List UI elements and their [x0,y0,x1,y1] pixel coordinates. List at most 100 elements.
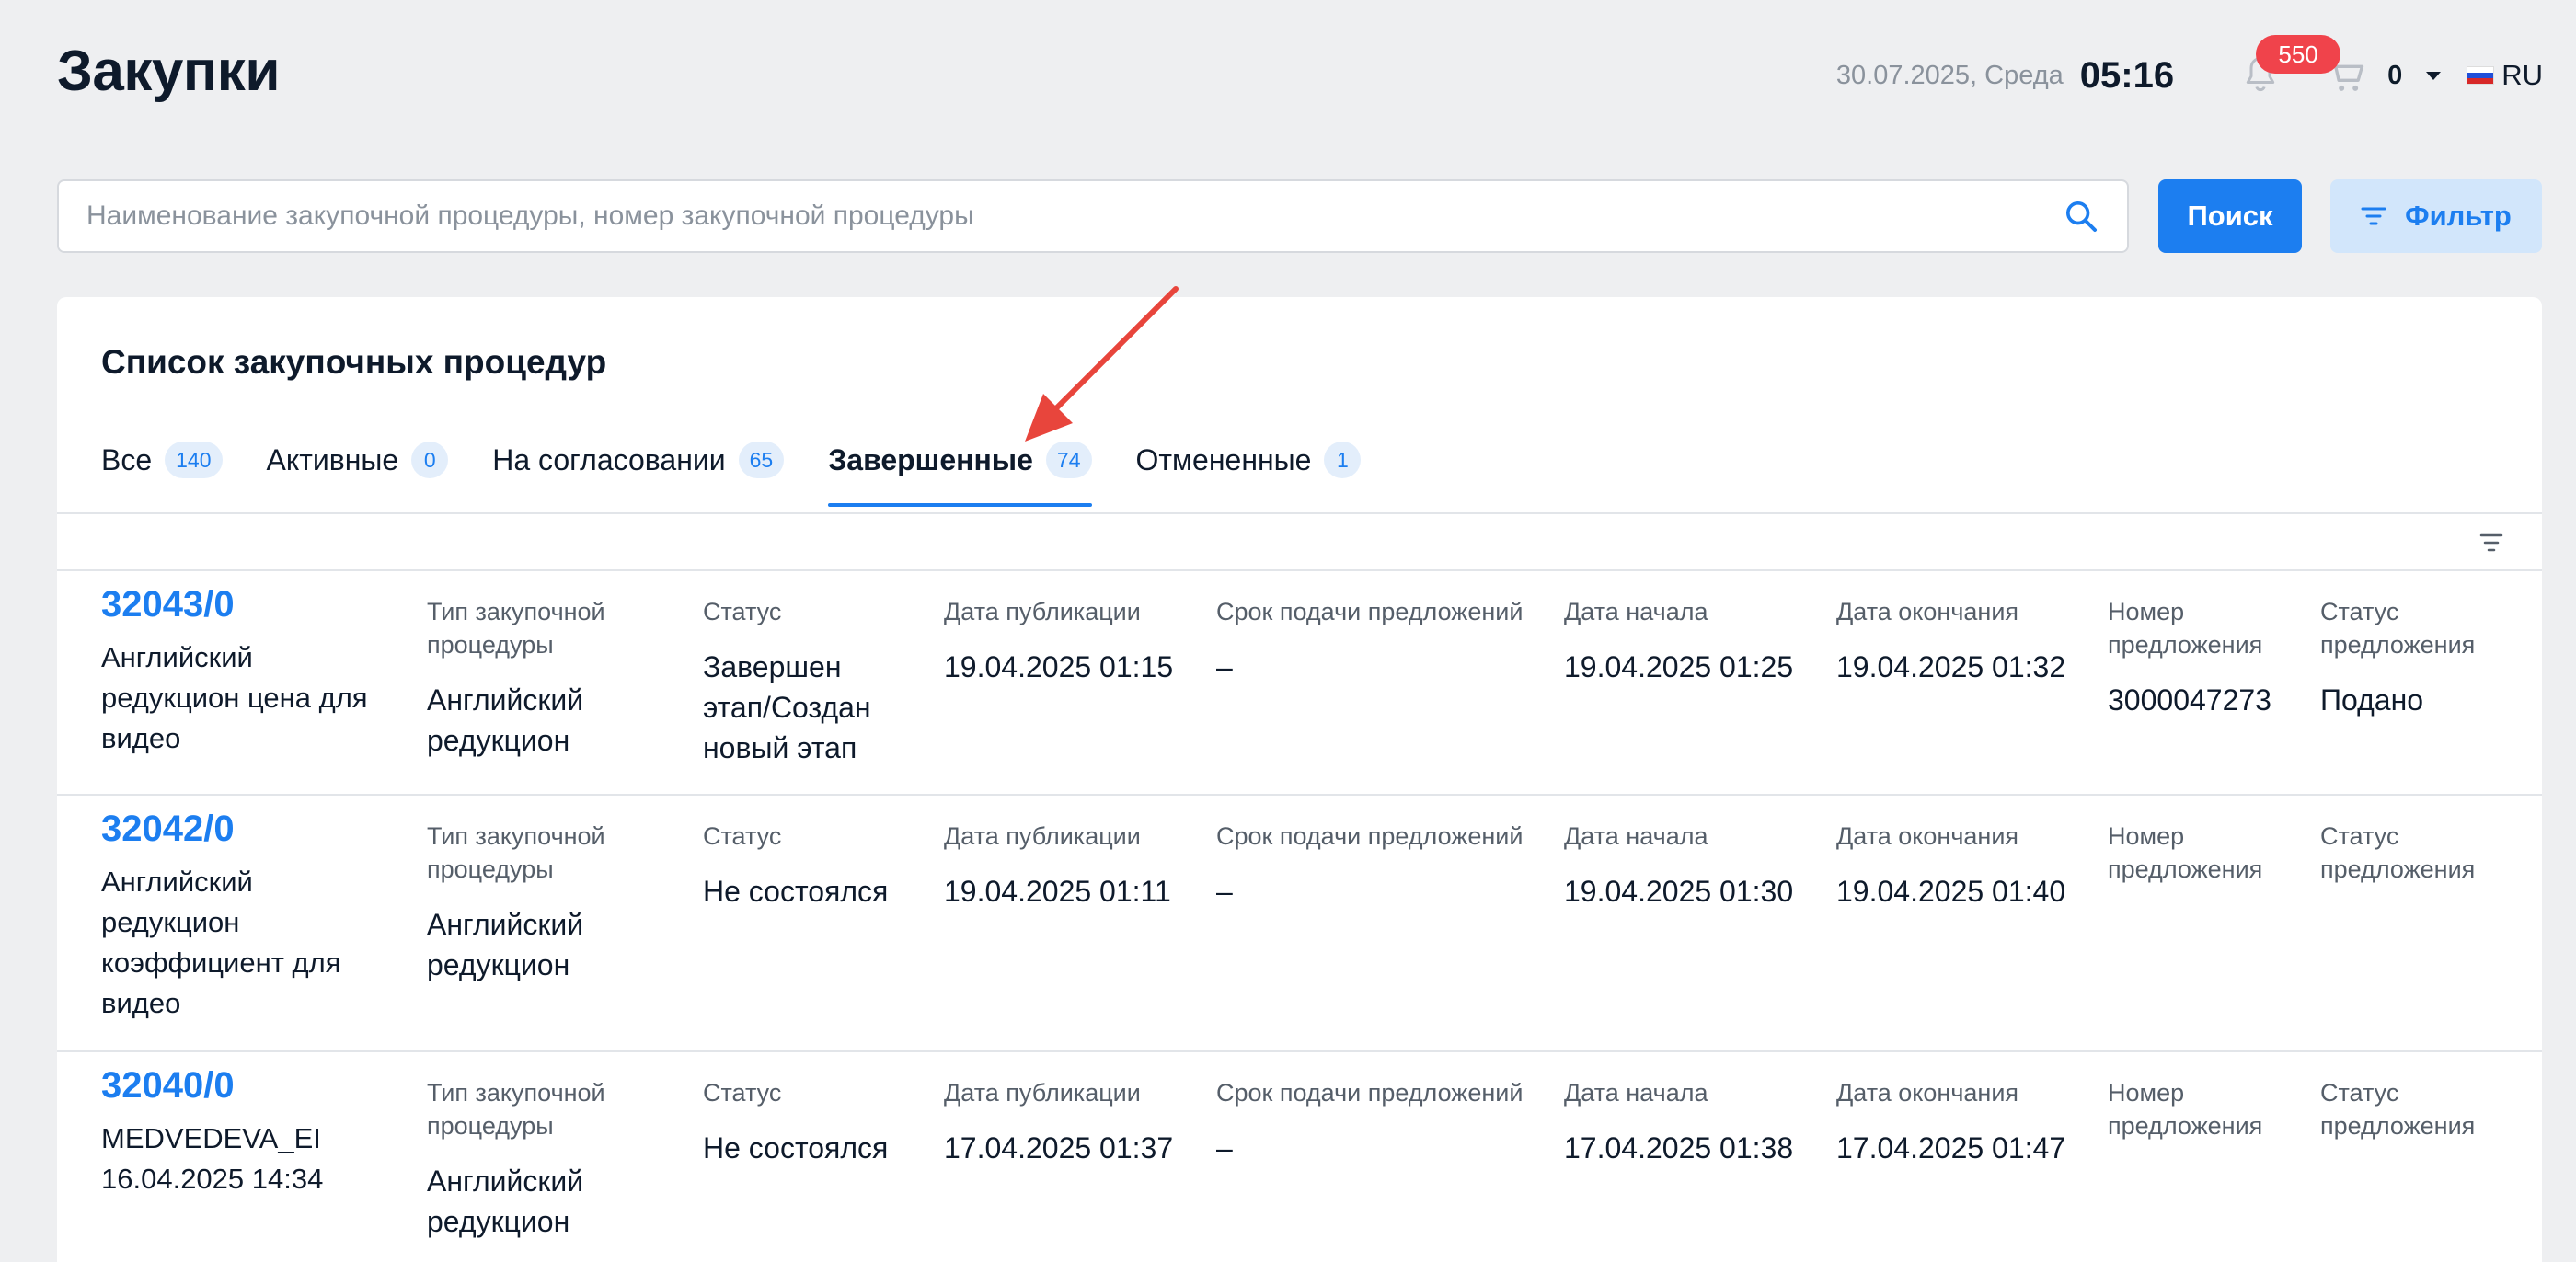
procedure-name: Английский редукцион цена для видео [101,641,368,754]
column-label: Номер предложения [2108,598,2263,659]
sort-icon[interactable] [2479,533,2503,553]
column-label: Дата публикации [944,1079,1141,1107]
column-label: Дата публикации [944,598,1141,625]
procedure-type: Английский редукцион [427,683,584,757]
column-label: Дата начала [1564,598,1708,625]
filter-icon [2361,207,2386,225]
type-cell: Тип закупочной процедуры Английский реду… [427,595,648,761]
notifications-button[interactable]: 550 [2242,35,2341,96]
page-title: Закупки [57,40,280,103]
tab-count-badge: 65 [738,442,785,478]
filter-button-label: Фильтр [2405,200,2512,232]
start-cell: Дата начала 19.04.2025 01:25 [1564,595,1812,687]
procedure-id-link[interactable]: 32043/0 [101,584,396,625]
column-label: Тип закупочной процедуры [427,1079,605,1140]
type-cell: Тип закупочной процедуры Английский реду… [427,820,648,985]
column-label: Дата начала [1564,1079,1708,1107]
offer-number-cell: Номер предложения [2108,820,2310,904]
procedure-status: Не состоялся [703,1131,889,1164]
table-row[interactable]: 32040/0 MEDVEDEVA_EI 16.04.2025 14:34 Ти… [57,1052,2542,1262]
start-date: 19.04.2025 01:25 [1564,650,1794,683]
column-label: Срок подачи предложений [1216,822,1524,850]
procedure-cell: 32040/0 MEDVEDEVA_EI 16.04.2025 14:34 [101,1065,359,1199]
status-cell: Статус Не состоялся [703,820,905,912]
publication-date: 17.04.2025 01:37 [944,1131,1174,1164]
procedure-status: Не состоялся [703,875,889,908]
procedure-cell: 32043/0 Английский редукцион цена для ви… [101,584,396,759]
deadline-cell: Срок подачи предложений – [1216,1076,1547,1168]
notifications-badge: 550 [2256,35,2341,74]
column-label: Номер предложения [2108,1079,2263,1140]
submission-deadline: – [1216,875,1233,908]
tab-active[interactable]: Активные 0 [267,431,449,488]
procurement-list-card: Список закупочных процедур Все 140 Актив… [57,297,2542,1262]
offer-number-cell: Номер предложения [2108,1076,2310,1161]
end-date: 19.04.2025 01:40 [1836,875,2066,908]
procedure-status: Завершен этап/Создан новый этап [703,650,871,764]
deadline-cell: Срок подачи предложений – [1216,595,1547,687]
offer-number-cell: Номер предложения 3000047273 [2108,595,2310,720]
submission-deadline: – [1216,650,1233,683]
end-cell: Дата окончания 17.04.2025 01:47 [1836,1076,2085,1168]
deadline-cell: Срок подачи предложений – [1216,820,1547,912]
search-input[interactable] [86,201,2063,232]
column-label: Дата окончания [1836,822,2019,850]
annotation-arrow-icon [1025,286,1179,442]
column-label: Статус [703,1079,782,1107]
start-cell: Дата начала 19.04.2025 01:30 [1564,820,1812,912]
russia-flag-icon[interactable] [2467,66,2495,85]
status-cell: Статус Завершен этап/Создан новый этап [703,595,905,768]
search-field[interactable] [57,179,2129,253]
column-label: Статус [703,598,782,625]
start-date: 17.04.2025 01:38 [1564,1131,1794,1164]
tab-label: Активные [266,442,399,476]
published-cell: Дата публикации 17.04.2025 01:37 [944,1076,1192,1168]
publication-date: 19.04.2025 01:15 [944,650,1174,683]
table-row[interactable]: 32042/0 Английский редукцион коэффициент… [57,796,2542,1052]
search-icon[interactable] [2063,198,2099,235]
column-label: Статус предложения [2320,1079,2476,1140]
status-cell: Статус Не состоялся [703,1076,905,1168]
column-label: Дата окончания [1836,1079,2019,1107]
column-label: Номер предложения [2108,822,2263,883]
tab-count-badge: 0 [411,442,449,478]
current-time: 05:16 [2079,54,2175,96]
column-label: Дата публикации [944,822,1141,850]
current-date: 30.07.2025, Среда [1835,60,2064,90]
column-label: Статус предложения [2320,598,2476,659]
search-button[interactable]: Поиск [2158,179,2302,253]
procedure-name: MEDVEDEVA_EI 16.04.2025 14:34 [101,1122,324,1195]
offer-status-cell: Статус предложения Подано [2320,595,2513,720]
chevron-down-icon[interactable] [2426,71,2442,80]
end-date: 17.04.2025 01:47 [1836,1131,2066,1164]
status-tabs: Все 140 Активные 0 На согласовании 65 За… [101,431,1405,507]
offer-status: Подано [2320,683,2424,717]
start-date: 19.04.2025 01:30 [1564,875,1794,908]
publication-date: 19.04.2025 01:11 [944,875,1171,908]
language-selector[interactable]: RU [2501,59,2543,92]
tab-all[interactable]: Все 140 [101,431,223,488]
cart-count: 0 [2387,60,2403,90]
published-cell: Дата публикации 19.04.2025 01:11 [944,820,1192,912]
column-label: Срок подачи предложений [1216,1079,1524,1107]
column-label: Статус предложения [2320,822,2476,883]
tab-label: На согласовании [492,442,726,476]
filter-button[interactable]: Фильтр [2330,179,2542,253]
start-cell: Дата начала 17.04.2025 01:38 [1564,1076,1812,1168]
procedure-name: Английский редукцион коэффициент для вид… [101,866,341,1019]
column-label: Статус [703,822,782,850]
procedure-id-link[interactable]: 32042/0 [101,809,396,849]
table-row[interactable]: 32043/0 Английский редукцион цена для ви… [57,571,2542,796]
column-label: Дата окончания [1836,598,2019,625]
published-cell: Дата публикации 19.04.2025 01:15 [944,595,1192,687]
list-title: Список закупочных процедур [101,343,607,381]
procedure-id-link[interactable]: 32040/0 [101,1065,359,1106]
tab-label: Все [101,442,153,476]
tab-count-badge: 140 [165,442,223,478]
submission-deadline: – [1216,1131,1233,1164]
column-label: Срок подачи предложений [1216,598,1524,625]
column-label: Дата начала [1564,822,1708,850]
tab-on-approval[interactable]: На согласовании 65 [492,431,785,488]
procedure-cell: 32042/0 Английский редукцион коэффициент… [101,809,396,1024]
offer-status-cell: Статус предложения [2320,1076,2513,1161]
